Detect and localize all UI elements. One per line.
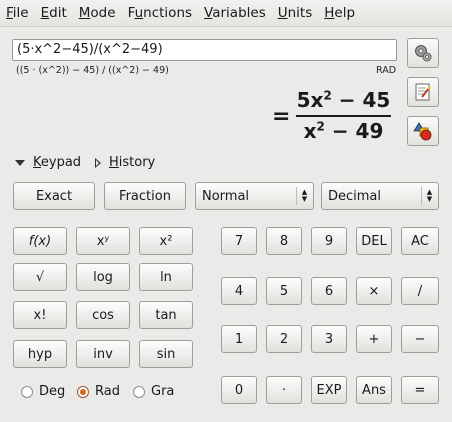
key-hyp[interactable]: hyp [13,340,67,368]
key-3[interactable]: 3 [311,325,347,353]
result-numerator: 5x2 − 45 [296,88,391,112]
parsed-expression: ((5 · (x^2)) − 45) / ((x^2) − 49) [16,65,169,76]
key-9[interactable]: 9 [311,227,347,255]
result-display: = 5x2 − 45 x2 − 49 [272,88,392,148]
key-factorial[interactable]: x! [13,301,67,329]
key-ln[interactable]: ln [139,263,193,291]
display-mode-value: Normal [202,188,250,204]
key-cos[interactable]: cos [76,301,130,329]
key-ans[interactable]: Ans [356,376,392,404]
key-function-label: f(x) [28,233,52,249]
key-multiply[interactable]: × [356,277,392,305]
key-8[interactable]: 8 [266,227,302,255]
key-exp[interactable]: EXP [311,376,347,404]
key-equals[interactable]: = [401,376,439,404]
menu-functions[interactable]: Functions [122,0,198,26]
key-4[interactable]: 4 [221,277,257,305]
combo-arrows-icon: ▲ ▼ [296,187,309,205]
radio-rad-label: Rad [95,384,120,399]
key-1[interactable]: 1 [221,325,257,353]
keypad-label: Keypad [33,155,82,170]
key-plus[interactable]: + [356,325,392,353]
key-0[interactable]: 0 [221,376,257,404]
denominator-exponent: 2 [316,119,325,134]
menu-edit[interactable]: Edit [35,0,73,26]
collapsed-arrow-icon [95,157,101,168]
fraction-button[interactable]: Fraction [104,182,186,210]
edit-notes-icon [415,83,431,101]
radio-deg-label: Deg [39,384,66,399]
radio-rad-indicator [77,385,89,398]
key-power[interactable]: xʸ [76,227,130,255]
number-base-value: Decimal [328,188,382,204]
keypad-expander[interactable]: Keypad [15,155,81,170]
number-base-select[interactable]: Decimal ▲ ▼ [321,182,439,210]
key-del[interactable]: DEL [356,227,392,255]
denominator-rest: − 49 [324,119,384,143]
menu-bar: File Edit Mode Functions Variables Units… [0,0,452,27]
radio-gra[interactable]: Gra [133,384,174,399]
history-label: History [109,155,156,170]
notes-button[interactable] [407,77,439,107]
menu-mode[interactable]: Mode [73,0,122,26]
radio-rad[interactable]: Rad [77,384,120,399]
key-minus[interactable]: − [401,325,439,353]
radio-gra-label: Gra [151,384,175,399]
preferences-icon [415,45,432,62]
shapes-icon [413,122,432,141]
expanded-arrow-icon [15,159,25,166]
denominator-base: x [303,119,317,143]
key-log[interactable]: log [76,263,130,291]
key-ac[interactable]: AC [401,227,439,255]
numerator-rest: − 45 [331,88,391,112]
menu-file[interactable]: File [0,0,35,26]
radio-gra-indicator [133,385,145,398]
key-square[interactable]: x² [139,227,193,255]
fraction-bar [296,115,391,117]
key-sqrt[interactable]: √ [13,263,67,291]
menu-units[interactable]: Units [272,0,319,26]
numerator-coef: 5x [296,88,324,112]
result-denominator: x2 − 49 [296,119,391,143]
expression-input[interactable]: (5·x^2−45)/(x^2−49) [12,39,397,61]
key-2[interactable]: 2 [266,325,302,353]
exact-button[interactable]: Exact [13,182,95,210]
key-decimal[interactable]: · [266,376,302,404]
preferences-button[interactable] [407,38,439,68]
menu-help[interactable]: Help [318,0,361,26]
menu-variables[interactable]: Variables [198,0,272,26]
key-divide[interactable]: / [401,277,439,305]
key-sin[interactable]: sin [139,340,193,368]
numerator-exponent: 2 [323,88,332,103]
result-equals: = [272,104,291,129]
display-mode-select[interactable]: Normal ▲ ▼ [195,182,314,210]
angle-mode-indicator: RAD [376,65,397,76]
key-function[interactable]: f(x) [13,227,67,255]
key-tan[interactable]: tan [139,301,193,329]
key-7[interactable]: 7 [221,227,257,255]
plot-button[interactable] [407,116,439,146]
key-inv[interactable]: inv [76,340,130,368]
radio-deg[interactable]: Deg [21,384,65,399]
history-expander[interactable]: History [95,155,155,170]
key-6[interactable]: 6 [311,277,347,305]
combo-arrows-icon: ▲ ▼ [421,187,434,205]
key-5[interactable]: 5 [266,277,302,305]
radio-deg-indicator [21,385,33,398]
